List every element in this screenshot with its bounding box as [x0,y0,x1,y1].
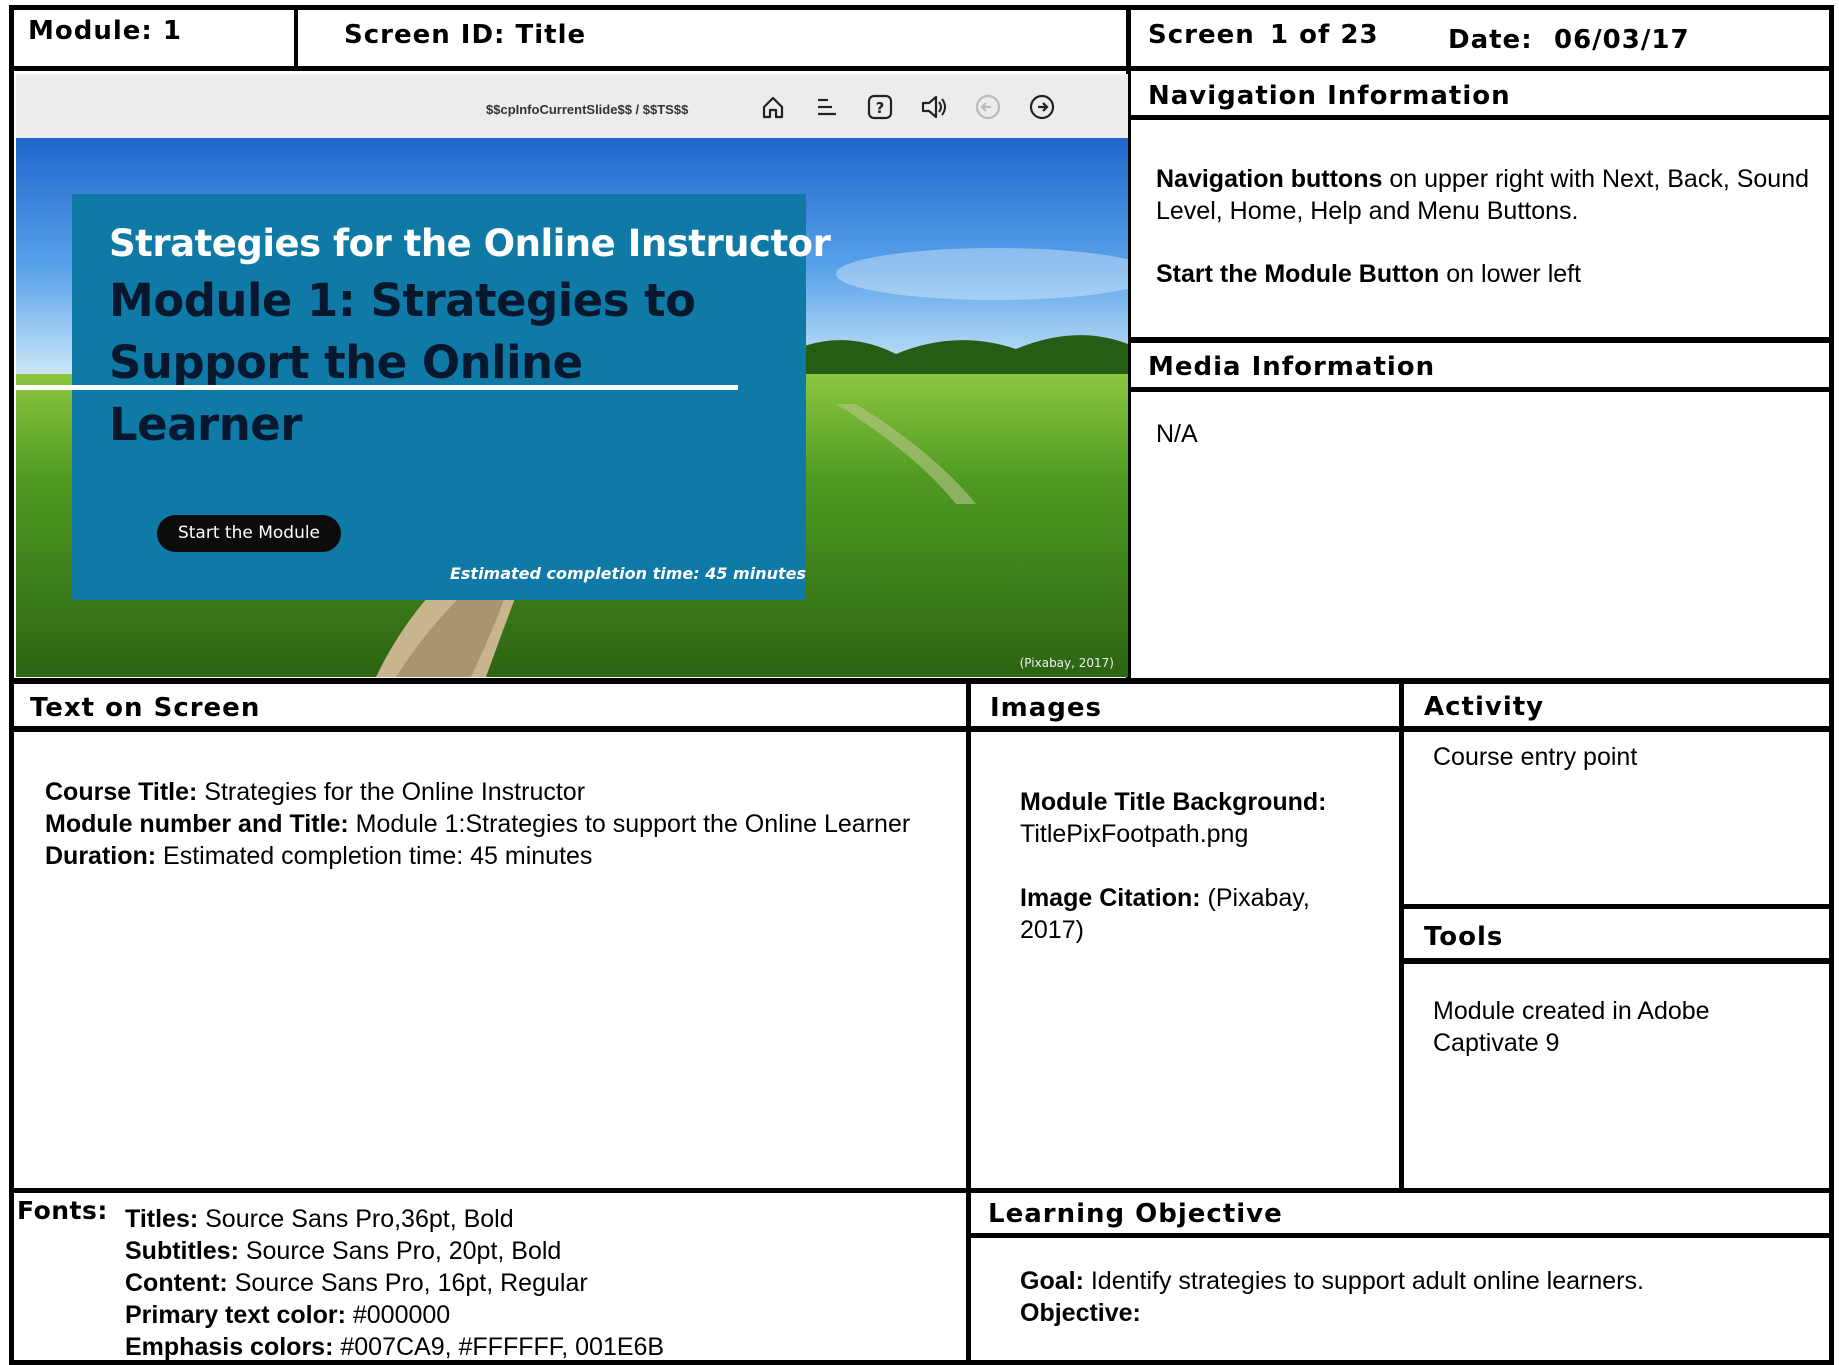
goal-label: Goal: [1020,1267,1084,1295]
image-citation-overlay: (Pixabay, 2017) [1019,656,1114,670]
media-top-rule [1126,337,1834,343]
screen-id-label: Screen ID: Title [344,20,587,50]
content-font-value: Source Sans Pro, 16pt, Regular [227,1269,588,1297]
slide-module-title: Module 1: Strategies to Support the Onli… [109,274,696,451]
help-icon[interactable]: ? [865,92,895,122]
sound-icon[interactable] [919,92,949,122]
col-divider-2 [1399,678,1404,1188]
header-bottom-rule [9,66,1834,71]
col-divider-1 [966,678,971,1365]
tools-top-rule [1399,904,1834,909]
media-text: N/A [1156,420,1198,448]
content-font-line: Content: Source Sans Pro, 16pt, Regular [125,1267,945,1299]
lo-heading-rule [966,1233,1834,1238]
start-module-button[interactable]: Start the Module [157,515,341,552]
tools-heading-rule [1399,958,1834,964]
emphasis-colors-value: #007CA9, #FFFFFF, 001E6B [333,1333,665,1361]
goal-line: Goal: Identify strategies to support adu… [1020,1265,1820,1297]
navigation-text: Navigation buttons on upper right with N… [1156,163,1816,227]
bottom-section-rule [9,726,1834,732]
start-button-info: Start the Module Button on lower left [1156,258,1816,290]
duration-label: Duration: [45,842,157,870]
screen-label: Screen [1148,20,1255,50]
module-title-line: Module number and Title: Module 1:Strate… [45,808,925,840]
image-citation-label: Image Citation: [1020,884,1201,912]
slide-counter: $$cpInfoCurrentSlide$$ / $$TS$$ [486,102,689,117]
nav-heading-rule [1126,115,1834,120]
slide-preview: $$cpInfoCurrentSlide$$ / $$TS$$ ? Strate… [16,74,1128,677]
next-icon[interactable] [1027,92,1057,122]
images-body: Module Title Background: TitlePixFootpat… [1020,786,1350,946]
subtitles-font-line: Subtitles: Source Sans Pro, 20pt, Bold [125,1235,945,1267]
border-right [1829,5,1834,1365]
content-font-label: Content: [125,1269,228,1297]
subtitles-font-label: Subtitles: [125,1237,239,1265]
border-left [9,5,14,1365]
screen-number: 1 of 23 [1270,20,1379,50]
date-value: 06/03/17 [1554,25,1690,55]
titles-font-label: Titles: [125,1205,199,1233]
background-image-file: TitlePixFootpath.png [1020,820,1249,848]
titles-font-line: Titles: Source Sans Pro,36pt, Bold [125,1203,945,1235]
duration-value: Estimated completion time: 45 minutes [156,842,593,870]
title-underline [16,385,738,390]
tools-heading: Tools [1424,922,1504,952]
border-top [9,5,1834,10]
home-icon[interactable] [758,92,788,122]
date-label: Date: [1448,25,1533,55]
tools-text: Module created in Adobe Captivate 9 [1433,997,1710,1057]
objective-label: Objective: [1020,1299,1141,1327]
navigation-buttons-label: Navigation buttons [1156,165,1383,193]
header-divider-1 [294,5,298,69]
primary-color-value: #000000 [345,1301,451,1329]
course-title-value: Strategies for the Online Instructor [197,778,586,806]
start-button-label: Start the Module Button [1156,260,1440,288]
text-on-screen-body: Course Title: Strategies for the Online … [45,776,925,872]
primary-color-label: Primary text color: [125,1301,346,1329]
text-on-screen-heading: Text on Screen [30,693,261,723]
background-image-label: Module Title Background: [1020,788,1327,816]
duration-line: Duration: Estimated completion time: 45 … [45,840,925,872]
navigation-heading: Navigation Information [1148,81,1511,111]
objective-line: Objective: [1020,1297,1820,1329]
images-heading: Images [990,693,1103,723]
learning-objective-heading: Learning Objective [988,1199,1283,1229]
learning-objective-body: Goal: Identify strategies to support adu… [1020,1265,1820,1329]
fonts-top-rule [9,1188,1834,1193]
estimated-completion-time: Estimated completion time: 45 minutes [449,564,806,583]
course-title-line: Course Title: Strategies for the Online … [45,776,925,808]
subtitles-font-value: Source Sans Pro, 20pt, Bold [238,1237,562,1265]
course-title-label: Course Title: [45,778,198,806]
primary-color-line: Primary text color: #000000 [125,1299,945,1331]
module-title-value: Module 1:Strategies to support the Onlin… [348,810,911,838]
fonts-heading: Fonts: [17,1196,108,1225]
slide-course-title: Strategies for the Online Instructor [109,222,831,265]
back-icon[interactable] [973,92,1003,122]
start-button-location: on lower left [1439,260,1582,288]
module-title-label: Module number and Title: [45,810,349,838]
activity-heading: Activity [1424,692,1545,722]
module-label: Module: 1 [28,16,182,46]
media-heading-rule [1126,387,1834,392]
activity-text: Course entry point [1433,743,1638,771]
titles-font-value: Source Sans Pro,36pt, Bold [198,1205,514,1233]
media-heading: Media Information [1148,352,1436,382]
emphasis-colors-label: Emphasis colors: [125,1333,334,1361]
menu-icon[interactable] [812,92,842,122]
emphasis-colors-line: Emphasis colors: #007CA9, #FFFFFF, 001E6… [125,1331,945,1363]
mid-rule [9,678,1834,684]
svg-text:?: ? [876,99,885,117]
goal-value: Identify strategies to support adult onl… [1083,1267,1644,1295]
fonts-body: Titles: Source Sans Pro,36pt, Bold Subti… [125,1203,945,1363]
